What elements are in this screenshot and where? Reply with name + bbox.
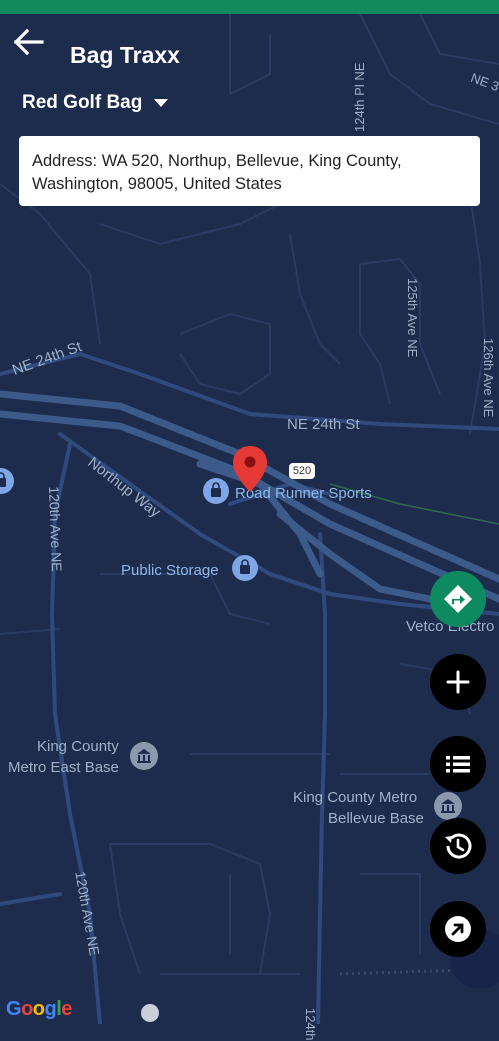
shopping-bag-icon[interactable] bbox=[0, 468, 14, 494]
arrow-up-right-icon bbox=[445, 916, 471, 942]
street-label-124th-bottom: 124th bbox=[303, 1008, 318, 1041]
plus-icon bbox=[446, 670, 470, 694]
transit-icon[interactable] bbox=[141, 1004, 159, 1022]
bank-icon[interactable] bbox=[434, 792, 462, 820]
address-text: Address: WA 520, Northup, Bellevue, King… bbox=[32, 152, 402, 193]
directions-icon bbox=[444, 585, 472, 613]
street-label-124th-pl: 124th Pl NE bbox=[352, 62, 367, 132]
highway-shield: 520 bbox=[289, 463, 315, 479]
address-card: Address: WA 520, Northup, Bellevue, King… bbox=[19, 136, 480, 206]
open-location-button[interactable] bbox=[430, 901, 486, 957]
poi-kc-metro-east-line2[interactable]: Metro East Base bbox=[8, 759, 119, 776]
status-bar bbox=[0, 0, 499, 14]
location-marker-icon[interactable] bbox=[231, 444, 269, 494]
page-title: Bag Traxx bbox=[70, 42, 180, 68]
list-button[interactable] bbox=[430, 736, 486, 792]
poi-kc-metro-east-line1[interactable]: King County bbox=[37, 738, 119, 755]
street-label-ne24-right: NE 24th St bbox=[287, 416, 360, 433]
street-label-120th-top: 120th Ave NE bbox=[46, 486, 65, 572]
street-label-126th: 126th Ave NE bbox=[481, 338, 496, 418]
street-label-125th: 125th Ave NE bbox=[405, 278, 420, 358]
add-button[interactable] bbox=[430, 654, 486, 710]
bank-icon[interactable] bbox=[130, 742, 158, 770]
bag-selector-value: Red Golf Bag bbox=[22, 92, 143, 113]
chevron-down-icon bbox=[154, 99, 169, 107]
back-arrow-icon[interactable] bbox=[12, 12, 48, 56]
poi-public-storage[interactable]: Public Storage bbox=[121, 562, 219, 579]
list-icon bbox=[446, 756, 470, 773]
shopping-bag-icon[interactable] bbox=[232, 555, 258, 581]
history-button[interactable] bbox=[430, 818, 486, 874]
directions-button[interactable] bbox=[430, 571, 486, 627]
history-icon bbox=[445, 833, 472, 859]
poi-kc-bellevue-line2[interactable]: Bellevue Base bbox=[328, 810, 424, 827]
bag-selector-dropdown[interactable]: Red Golf Bag bbox=[22, 92, 169, 114]
shopping-bag-icon[interactable] bbox=[203, 478, 229, 504]
poi-kc-bellevue-line1[interactable]: King County Metro bbox=[293, 789, 417, 806]
google-logo: Google bbox=[6, 998, 72, 1020]
